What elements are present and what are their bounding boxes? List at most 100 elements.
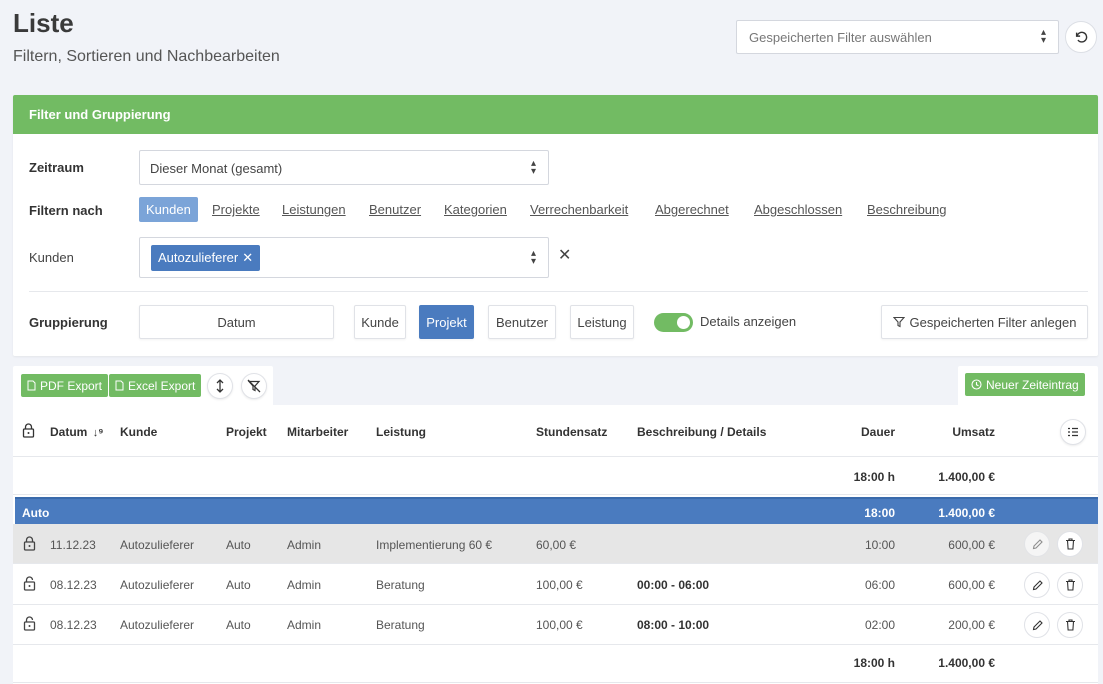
column-settings-button[interactable] (1060, 419, 1086, 445)
kunden-tag-label: Autozulieferer (158, 250, 239, 265)
sort-desc-icon[interactable]: ↓⁹ (93, 427, 104, 439)
th-projekt[interactable]: Projekt (226, 425, 267, 439)
file-pdf-icon (27, 380, 36, 391)
cell-dauer: 06:00 (864, 578, 895, 592)
cell-umsatz: 600,00 € (948, 538, 995, 552)
pencil-icon (1032, 579, 1043, 590)
total-row-bottom: 18:00 h 1.400,00 € (13, 645, 1098, 683)
th-leistung[interactable]: Leistung (376, 425, 426, 439)
table-row[interactable]: 08.12.23 Autozulieferer Auto Admin Berat… (13, 565, 1098, 605)
cell-dauer: 10:00 (864, 538, 895, 552)
cell-mitarbeiter: Admin (287, 538, 322, 552)
total-dauer: 18:00 h (853, 656, 895, 670)
page-subtitle: Filtern, Sortieren und Nachbearbeiten (13, 48, 280, 65)
th-datum[interactable]: Datum ↓⁹ (50, 425, 103, 439)
th-kunde[interactable]: Kunde (120, 425, 157, 439)
details-toggle[interactable] (654, 313, 693, 332)
edit-button[interactable] (1024, 572, 1050, 598)
trash-icon (1065, 619, 1075, 631)
group-umsatz: 1.400,00 € (938, 506, 995, 520)
details-toggle-label: Details anzeigen (700, 314, 797, 329)
table-row[interactable]: 08.12.23 Autozulieferer Auto Admin Berat… (13, 605, 1098, 645)
cell-datum: 11.12.23 (50, 538, 96, 552)
cell-leistung: Beratung (376, 618, 425, 632)
zeitraum-value: Dieser Monat (gesamt) (150, 161, 283, 176)
select-chevron-icon: ▴ ▾ (1040, 27, 1046, 46)
reset-filter-button[interactable] (1065, 21, 1097, 53)
cell-mitarbeiter: Admin (287, 618, 322, 632)
filter-link-verrechenbarkeit[interactable]: Verrechenbarkeit (530, 202, 628, 217)
edit-button[interactable] (1024, 531, 1050, 557)
filter-card: Filter und Gruppierung Zeitraum Dieser M… (13, 95, 1098, 356)
delete-button[interactable] (1057, 531, 1083, 557)
filter-link-kunden[interactable]: Kunden (139, 197, 198, 222)
cell-details: 00:00 - 06:00 (637, 578, 710, 592)
lock-open-icon[interactable] (23, 576, 36, 591)
filter-link-projekte[interactable]: Projekte (212, 202, 260, 217)
group-datum-button[interactable]: Datum (139, 305, 334, 339)
filter-link-beschreibung[interactable]: Beschreibung (867, 202, 947, 217)
new-time-entry-button[interactable]: Neuer Zeiteintrag (965, 373, 1085, 396)
gruppierung-label: Gruppierung (29, 315, 108, 330)
filter-off-icon (247, 379, 261, 393)
table-header: Datum ↓⁹ Kunde Projekt Mitarbeiter Leist… (13, 405, 1098, 457)
total-row-top: 18:00 h 1.400,00 € (13, 457, 1098, 495)
pencil-icon (1032, 619, 1043, 630)
cell-datum: 08.12.23 (50, 578, 97, 592)
th-beschreibung[interactable]: Beschreibung / Details (637, 425, 766, 439)
remove-tag-icon[interactable]: ✕ (242, 250, 253, 265)
cell-leistung: Implementierung 60 € (376, 538, 493, 552)
excel-export-button[interactable]: Excel Export (109, 374, 202, 397)
lock-closed-icon[interactable] (23, 536, 36, 551)
th-dauer[interactable]: Dauer (795, 425, 895, 439)
file-excel-icon (115, 380, 124, 391)
filter-link-benutzer[interactable]: Benutzer (369, 202, 421, 217)
kunden-multiselect[interactable]: Autozulieferer ✕ ▴ ▾ (139, 237, 549, 278)
saved-filter-placeholder: Gespeicherten Filter auswählen (749, 30, 932, 45)
cell-kunde: Autozulieferer (120, 618, 195, 632)
group-benutzer-button[interactable]: Benutzer (488, 305, 556, 339)
th-umsatz[interactable]: Umsatz (895, 425, 995, 439)
cell-dauer: 02:00 (864, 618, 895, 632)
saved-filter-select[interactable]: Gespeicherten Filter auswählen ▴ ▾ (736, 20, 1059, 54)
select-chevron-icon: ▴ ▾ (530, 157, 536, 177)
lock-icon (22, 423, 35, 438)
group-projekt-button[interactable]: Projekt (419, 305, 474, 339)
cell-umsatz: 200,00 € (948, 618, 995, 632)
time-entries-table: Datum ↓⁹ Kunde Projekt Mitarbeiter Leist… (13, 405, 1098, 684)
trash-icon (1065, 579, 1075, 591)
zeitraum-select[interactable]: Dieser Monat (gesamt) ▴ ▾ (139, 150, 549, 185)
table-row[interactable]: 11.12.23 Autozulieferer Auto Admin Imple… (13, 524, 1098, 564)
filter-link-leistungen[interactable]: Leistungen (282, 202, 346, 217)
cell-stundensatz: 100,00 € (536, 618, 583, 632)
group-kunde-button[interactable]: Kunde (354, 305, 406, 339)
zeitraum-label: Zeitraum (29, 160, 84, 175)
lock-open-icon[interactable] (23, 616, 36, 631)
export-toolbar: PDF Export Excel Export (13, 366, 273, 406)
total-umsatz: 1.400,00 € (938, 470, 995, 484)
edit-button[interactable] (1024, 612, 1050, 638)
filter-link-abgerechnet[interactable]: Abgerechnet (655, 202, 729, 217)
divider (29, 291, 1088, 292)
new-time-entry-label: Neuer Zeiteintrag (986, 377, 1079, 392)
new-entry-wrap: Neuer Zeiteintrag (958, 366, 1098, 406)
total-umsatz: 1.400,00 € (938, 656, 995, 670)
page-title: Liste (13, 8, 74, 38)
cell-datum: 08.12.23 (50, 618, 97, 632)
columns-icon (1068, 427, 1078, 437)
filter-link-abgeschlossen[interactable]: Abgeschlossen (754, 202, 842, 217)
save-filter-button[interactable]: Gespeicherten Filter anlegen (881, 305, 1088, 339)
filter-link-kategorien[interactable]: Kategorien (444, 202, 507, 217)
kunden-tag: Autozulieferer ✕ (151, 245, 261, 271)
delete-button[interactable] (1057, 612, 1083, 638)
delete-button[interactable] (1057, 572, 1083, 598)
th-stundensatz[interactable]: Stundensatz (536, 425, 607, 439)
pdf-export-button[interactable]: PDF Export (21, 374, 109, 397)
cell-projekt: Auto (226, 578, 251, 592)
clear-filter-button[interactable] (241, 373, 267, 399)
expand-rows-button[interactable] (207, 373, 233, 399)
clear-kunden-icon[interactable]: ✕ (558, 245, 571, 265)
group-leistung-button[interactable]: Leistung (570, 305, 634, 339)
cell-details: 08:00 - 10:00 (637, 618, 710, 632)
th-mitarbeiter[interactable]: Mitarbeiter (287, 425, 348, 439)
